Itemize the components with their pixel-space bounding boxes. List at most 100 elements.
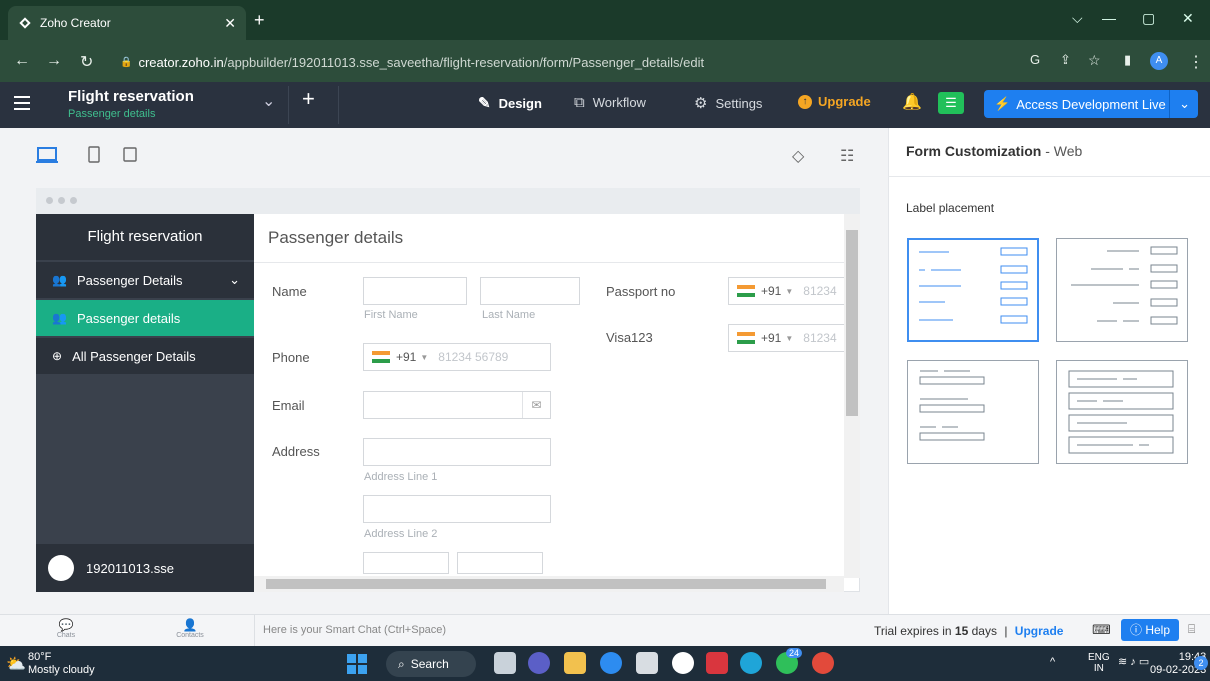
sidebar-user[interactable]: 192011013.sse (36, 544, 254, 592)
globe-icon: ⊕ (52, 349, 63, 363)
horizontal-scroll-thumb[interactable] (266, 579, 826, 589)
forward-icon[interactable]: → (46, 52, 62, 70)
store-icon[interactable] (636, 652, 658, 674)
teams-chat-icon[interactable] (528, 652, 550, 674)
smart-chat-input[interactable]: Here is your Smart Chat (Ctrl+Space) (254, 614, 864, 646)
windows-start-icon[interactable] (346, 653, 368, 675)
browser-tab[interactable]: Zoho Creator ✕ (8, 6, 246, 40)
first-name-input[interactable] (363, 277, 467, 305)
whatsapp-icon[interactable]: 24 (776, 648, 803, 674)
close-tab-icon[interactable]: ✕ (224, 15, 236, 32)
more-menu-icon[interactable]: ⋮ (1188, 52, 1204, 72)
add-icon[interactable]: + (302, 86, 315, 112)
chats-button[interactable]: 💬 Chats (46, 618, 86, 639)
label-placement-right-option[interactable] (1056, 238, 1188, 342)
header-divider (338, 86, 339, 124)
last-name-sublabel: Last Name (482, 309, 536, 321)
contact-person-icon: 👤 (182, 618, 198, 632)
sidebar-item-passenger-details-form[interactable]: 👥 Passenger details (36, 300, 254, 336)
trial-prefix: Trial expires in (874, 624, 952, 638)
file-explorer-icon[interactable] (564, 652, 586, 674)
bell-icon[interactable]: 🔔 (902, 92, 922, 112)
paint-bucket-icon[interactable]: ◇ (792, 146, 804, 166)
phone-input[interactable]: +91 ▼ 81234 56789 (363, 343, 551, 371)
bookmark-star-icon[interactable]: ☆ (1088, 52, 1101, 69)
trial-suffix: days (971, 624, 997, 638)
help-button[interactable]: ⓘ Help (1121, 619, 1179, 641)
desktop-view-icon[interactable] (36, 146, 58, 164)
new-tab-icon[interactable]: + (254, 10, 265, 31)
city-input[interactable] (363, 552, 449, 574)
close-window-icon[interactable]: ✕ (1182, 10, 1194, 27)
label-placement-left-option[interactable] (907, 238, 1039, 342)
sidebar-item-all-passenger-details[interactable]: ⊕ All Passenger Details (36, 338, 254, 374)
access-development-live-button[interactable]: ⚡ Access Development Live ⌄ (984, 90, 1198, 118)
address-line2-input[interactable] (363, 495, 551, 523)
tab-settings[interactable]: ⚙ Settings (694, 94, 762, 112)
chrome-icon[interactable] (812, 652, 834, 674)
feedback-icon[interactable]: ⌸ (1188, 622, 1195, 637)
passport-phone-input[interactable]: +91 ▼ 81234 (728, 277, 844, 305)
sidepanel-icon[interactable]: ▮ (1124, 52, 1131, 68)
copilot-icon[interactable] (600, 652, 622, 674)
label-placement-top-option[interactable] (907, 360, 1039, 464)
task-view-icon[interactable] (494, 652, 516, 674)
vertical-scroll-thumb[interactable] (846, 230, 858, 416)
tab-workflow[interactable]: ⧉ Workflow (574, 94, 646, 111)
reload-icon[interactable]: ↻ (80, 52, 93, 72)
tab-design[interactable]: ✎ Design (478, 94, 542, 112)
trial-upgrade-link[interactable]: Upgrade (1015, 624, 1064, 638)
language-indicator[interactable]: ENG IN (1088, 652, 1110, 674)
app-circle-icon[interactable] (672, 652, 694, 674)
weather-widget[interactable]: 80°F Mostly cloudy (28, 651, 95, 677)
email-label: Email (272, 398, 305, 413)
wifi-sound-battery-icon[interactable]: ≋ ♪ ▭ (1118, 655, 1149, 668)
upgrade-button[interactable]: ↑ Upgrade (798, 94, 871, 109)
country-code[interactable]: +91 (761, 284, 781, 298)
chevron-down-icon[interactable]: ⌄ (262, 91, 275, 111)
state-input[interactable] (457, 552, 543, 574)
chevron-up-icon[interactable]: ^ (1050, 656, 1055, 668)
sidebar-app-title: Flight reservation (36, 214, 254, 260)
tablet-view-icon[interactable] (86, 146, 106, 164)
notification-count[interactable]: 2 (1194, 656, 1208, 670)
sidebar-item-passenger-details-section[interactable]: 👥 Passenger Details ⌄ (36, 262, 254, 298)
panel-title: Form Customization - Web (906, 143, 1082, 159)
india-flag-icon (372, 351, 390, 363)
restore-icon[interactable]: ▢ (1142, 10, 1155, 27)
visa-phone-input[interactable]: +91 ▼ 81234 (728, 324, 844, 352)
share-icon[interactable]: ⇪ (1060, 52, 1071, 68)
keyboard-icon[interactable]: ⌨ (1092, 622, 1111, 638)
chat-bubble-icon: 💬 (58, 618, 74, 632)
tab-workflow-label: Workflow (592, 95, 646, 110)
mobile-view-icon[interactable] (122, 146, 142, 164)
search-icon: ⌕ (398, 656, 405, 671)
last-name-input[interactable] (480, 277, 580, 305)
form-tree-icon[interactable]: ☷ (840, 146, 854, 166)
edge-icon[interactable] (740, 652, 762, 674)
email-input[interactable]: ✉ (363, 391, 551, 419)
google-icon[interactable]: G (1030, 52, 1040, 67)
country-code[interactable]: +91 (396, 350, 416, 364)
profile-avatar-icon[interactable]: A (1150, 52, 1168, 70)
tab-search-icon[interactable]: ⌵ (1072, 10, 1083, 27)
minimize-icon[interactable]: — (1102, 10, 1116, 26)
chats-label: Chats (56, 632, 76, 639)
hamburger-menu-icon[interactable] (14, 96, 30, 110)
label-placement-inside-option[interactable] (1056, 360, 1188, 464)
contacts-label: Contacts (176, 632, 204, 639)
taskbar-search[interactable]: ⌕ Search (386, 651, 476, 677)
country-code[interactable]: +91 (761, 331, 781, 345)
panel-title-suffix: - Web (1045, 143, 1083, 159)
app-menu-icon[interactable]: ☰ (938, 92, 964, 114)
mcafee-icon[interactable] (706, 652, 728, 674)
avatar (48, 555, 74, 581)
notification-badge: 24 (786, 648, 803, 658)
passport-label: Passport no (606, 284, 676, 299)
back-icon[interactable]: ← (14, 52, 30, 70)
chevron-down-icon[interactable]: ⌄ (1179, 96, 1190, 112)
window-dot (46, 197, 53, 204)
url-field[interactable]: 🔒 creator.zoho.in/appbuilder/192011013.s… (112, 47, 1012, 77)
address-line1-input[interactable] (363, 438, 551, 466)
contacts-button[interactable]: 👤 Contacts (170, 618, 210, 639)
